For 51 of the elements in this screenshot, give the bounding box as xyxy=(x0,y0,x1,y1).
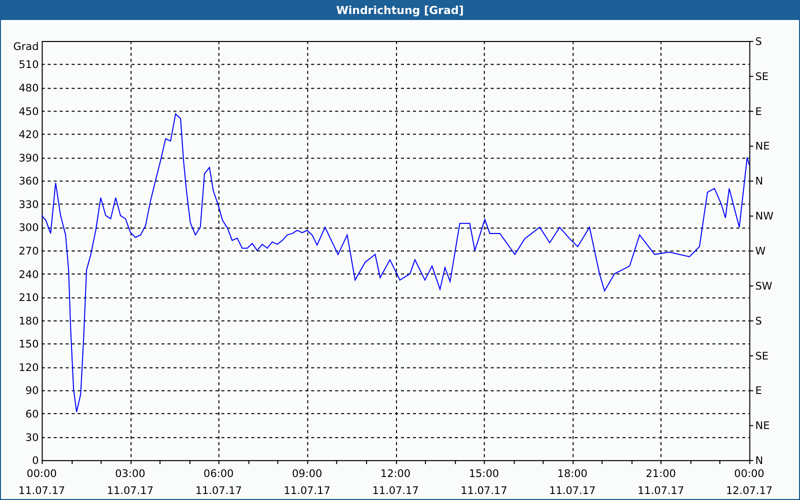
axis-date-label: 12.07.17 xyxy=(726,485,773,497)
axis-tick-label: 420 xyxy=(18,129,39,142)
axis-tick-label: 120 xyxy=(18,362,39,374)
axis-tick-label: 00:00 xyxy=(734,468,764,480)
axis-tick-label: 21:00 xyxy=(646,468,676,480)
axis-tick-label: 18:00 xyxy=(557,468,588,480)
axis-tick-label: 150 xyxy=(18,338,39,351)
compass-tick-label: SE xyxy=(755,70,769,83)
compass-tick-label: SE xyxy=(755,350,769,362)
axis-date-label: 11.07.17 xyxy=(284,485,330,497)
compass-tick-label: SW xyxy=(755,280,772,292)
axis-tick-label: 30 xyxy=(25,432,39,444)
compass-tick-label: E xyxy=(755,106,762,118)
axis-tick-label: 360 xyxy=(18,176,39,188)
axis-tick-label: 90 xyxy=(25,385,39,398)
compass-tick-label: E xyxy=(755,385,762,398)
compass-tick-label: N xyxy=(755,455,764,468)
compass-tick-label: NW xyxy=(755,210,774,223)
axis-date-label: 11.07.17 xyxy=(460,485,508,497)
axis-tick-label: 480 xyxy=(18,82,39,95)
compass-tick-label: S xyxy=(755,36,762,48)
axis-tick-label: 210 xyxy=(18,292,39,304)
axis-tick-label: 450 xyxy=(18,106,39,118)
axis-tick-label: 00:00 xyxy=(26,468,57,480)
axis-tick-label: 300 xyxy=(18,222,39,234)
compass-tick-label: S xyxy=(755,315,762,328)
axis-date-label: 11.07.17 xyxy=(549,485,596,497)
axis-tick-label: 15:00 xyxy=(468,468,500,480)
axis-tick-label: 510 xyxy=(18,59,39,72)
axis-tick-label: 60 xyxy=(25,408,39,420)
axis-tick-label: 0 xyxy=(32,455,39,468)
axis-date-label: 11.07.17 xyxy=(638,485,684,497)
compass-tick-label: NE xyxy=(755,140,770,153)
axis-date-label: 11.07.17 xyxy=(195,485,242,497)
axis-tick-label: 09:00 xyxy=(292,468,322,480)
axis-tick-label: 06:00 xyxy=(204,468,234,480)
axis-date-label: 11.07.17 xyxy=(106,485,154,497)
compass-tick-label: W xyxy=(755,246,766,258)
axis-date-label: 11.07.17 xyxy=(18,485,66,497)
axis-tick-label: 180 xyxy=(18,315,39,328)
axis-tick-label: 03:00 xyxy=(115,468,146,480)
axis-tick-label: 390 xyxy=(18,152,39,164)
axis-date-label: 11.07.17 xyxy=(372,485,419,497)
compass-tick-label: NE xyxy=(755,420,770,432)
axis-tick-label: 330 xyxy=(18,198,39,211)
window-title: Windrichtung [Grad] xyxy=(336,4,464,16)
axis-title: Grad xyxy=(13,40,39,53)
compass-tick-label: N xyxy=(755,176,764,188)
axis-tick-label: 270 xyxy=(18,246,39,258)
axis-tick-label: 240 xyxy=(18,268,39,281)
axis-tick-label: 12:00 xyxy=(380,468,411,480)
